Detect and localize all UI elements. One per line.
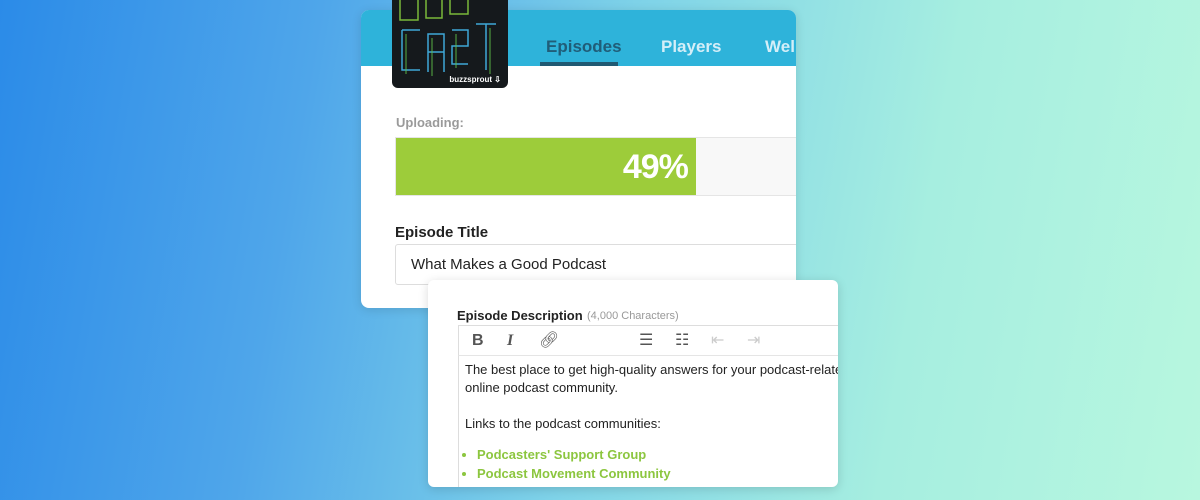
italic-icon[interactable]: I xyxy=(507,332,513,350)
bullet-list-icon[interactable]: ☰ xyxy=(639,332,653,350)
episode-description-label: Episode Description xyxy=(457,308,583,323)
description-line: Links to the podcast communities: xyxy=(465,416,661,431)
description-line: online podcast community. xyxy=(465,380,618,395)
editor-toolbar: B I 🔗︎ ☰ ☷ ⇤ ⇥ xyxy=(458,325,838,356)
outdent-icon[interactable]: ⇤ xyxy=(711,332,724,350)
episode-description-card: Episode Description (4,000 Characters) B… xyxy=(428,280,838,487)
numbered-list-icon[interactable]: ☷ xyxy=(675,332,689,350)
description-line: The best place to get high-quality answe… xyxy=(465,362,838,377)
description-content[interactable]: The best place to get high-quality answe… xyxy=(465,361,838,483)
upload-progress-fill: 49% xyxy=(396,138,696,195)
upload-progress-text: 49% xyxy=(622,148,689,186)
episode-title-label: Episode Title xyxy=(395,224,489,241)
tab-website[interactable]: Wel xyxy=(765,37,795,57)
active-tab-indicator xyxy=(540,62,618,66)
character-limit: (4,000 Characters) xyxy=(587,310,679,322)
link-icon[interactable]: 🔗︎ xyxy=(539,332,559,350)
buzzsprout-logo: buzzsprout ⇩ xyxy=(449,75,501,84)
tab-players[interactable]: Players xyxy=(661,37,722,57)
indent-icon[interactable]: ⇥ xyxy=(747,332,760,350)
upload-progress-bar: 49% xyxy=(395,137,796,196)
episode-title-input[interactable] xyxy=(395,244,796,285)
bold-icon[interactable]: B xyxy=(472,332,484,350)
podcast-artwork: buzzsprout ⇩ xyxy=(392,0,508,88)
uploading-label: Uploading: xyxy=(396,115,464,130)
tab-episodes[interactable]: Episodes xyxy=(546,37,622,57)
community-link[interactable]: Podcasters' Support Group xyxy=(477,447,646,462)
community-link[interactable]: Podcast Movement Community xyxy=(477,466,671,481)
